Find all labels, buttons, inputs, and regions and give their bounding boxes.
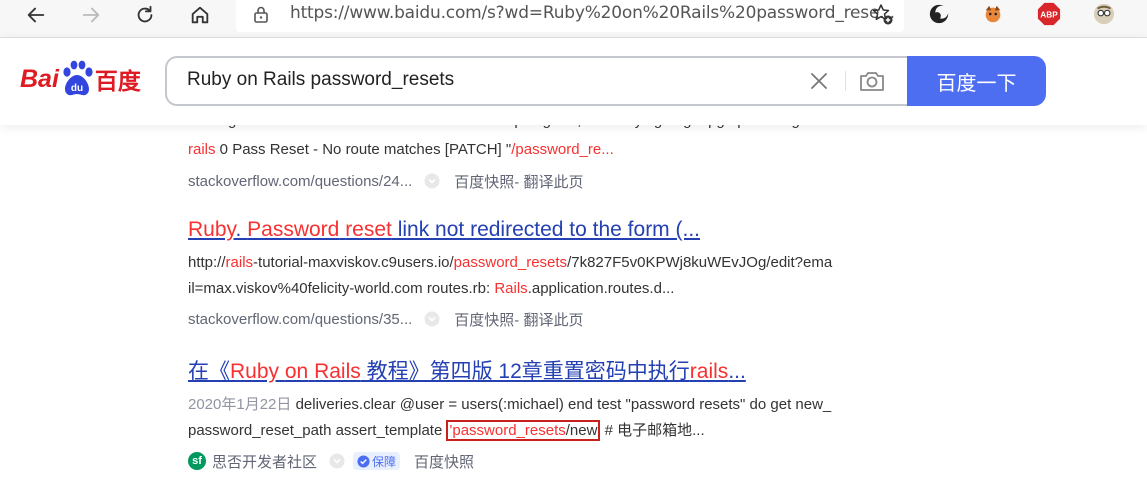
back-button[interactable] [18,0,54,30]
highlight-text: password_resets [453,254,568,271]
dropdown-icon[interactable] [424,173,440,189]
search-input[interactable]: Ruby on Rails password_resets [165,56,908,106]
result-snippet: rails 0 Pass Reset - No route matches [P… [188,137,908,163]
back-arrow-icon [27,7,45,23]
logo-du-text: du [71,83,83,94]
snippet-text: http:// [188,254,226,271]
badge-label: 保障 [372,454,397,469]
title-highlight: Password [247,218,340,241]
lock-icon[interactable] [252,5,270,23]
title-text: ... [728,360,746,383]
title-highlight: Ruby [188,218,236,241]
search-button[interactable]: 百度一下 [907,56,1046,106]
adblock-plus-icon[interactable]: ABP [1036,1,1062,27]
snapshot-link[interactable]: 百度快照 [414,451,474,472]
result-item-0: rails 0 Pass Reset - No route matches [P… [188,137,908,194]
snapshot-link[interactable]: 百度快照 [454,171,514,192]
cat-extension-icon[interactable] [980,1,1006,27]
highlight-box: 'password_resets/new [446,420,601,441]
browser-toolbar: https://www.baidu.com/s?wd=Ruby%20on%20R… [0,0,1147,38]
result-domain[interactable]: stackoverflow.com/questions/24... [188,173,412,190]
search-divider [845,71,846,91]
highlight-text: password_resets [452,422,566,439]
snippet-text: /new [565,422,598,439]
snippet-text: password_reset_path assert_template [188,422,447,439]
snippet-text: # 电子邮箱地... [600,422,705,439]
refresh-icon [137,5,153,23]
highlight-text: /password_re... [511,141,614,158]
title-highlight: Rails [314,360,361,383]
result-source[interactable]: 思否开发者社区 [212,451,317,472]
result-date: 2020年1月22日 [188,396,292,413]
highlight-text: Rails [494,280,528,297]
dropdown-icon[interactable] [329,453,345,469]
result-meta: stackoverflow.com/questions/24... 百度快照 -… [188,168,908,194]
snippet-text: deliveries.clear @user = users(:michael)… [291,396,832,413]
title-text: link not redirected to the form (... [391,218,701,241]
snippet-text: -tutorial-maxviskov.c9users.io/ [253,254,454,271]
result-title-link[interactable]: Ruby. Password reset link not redirected… [188,215,908,245]
result-item-2: 在《Ruby on Rails 教程》第四版 12章重置密码中执行rails..… [188,357,908,474]
result-title-link[interactable]: 在《Ruby on Rails 教程》第四版 12章重置密码中执行rails..… [188,357,908,387]
moon-extension-icon[interactable] [926,1,952,27]
result-domain[interactable]: stackoverflow.com/questions/35... [188,311,412,328]
title-text: 在《 [188,360,230,383]
logo-bai-text: Bai [20,64,59,93]
adblock-label: ABP [1040,10,1058,20]
profile-avatar-icon[interactable] [1091,1,1117,27]
title-text: . [235,218,248,241]
snapshot-link[interactable]: 百度快照 [454,309,514,330]
translate-link[interactable]: - 翻译此页 [514,171,583,192]
snippet-text: il=max.viskov%40felicity-world.com route… [188,280,495,297]
title-highlight: reset [345,218,392,241]
highlight-text: rails [188,141,216,158]
home-icon [191,6,209,24]
logo-chinese-text: 百度 [94,69,141,95]
home-button[interactable] [182,0,218,30]
result-snippet: 2020年1月22日 deliveries.clear @user = user… [188,392,908,444]
dropdown-icon[interactable] [424,311,440,327]
title-highlight: Ruby [230,360,280,383]
translate-link[interactable]: - 翻译此页 [514,309,583,330]
refresh-button[interactable] [127,0,163,30]
clear-icon[interactable] [808,70,830,92]
title-highlight: on [284,360,309,383]
add-favorite-icon[interactable] [870,2,894,26]
source-logo-icon: sf [188,452,206,470]
forward-button[interactable] [73,0,109,30]
baidu-header: Bai du 百度 Ruby on Rails password_resets … [0,38,1147,125]
baidu-logo[interactable]: Bai du 百度 [20,57,141,101]
highlight-text: rails [225,254,254,271]
snippet-text: .application.routes.d... [527,280,675,297]
result-item-1: Ruby. Password reset link not redirected… [188,215,908,332]
address-bar[interactable]: https://www.baidu.com/s?wd=Ruby%20on%20R… [236,0,904,32]
title-highlight: rails [689,360,729,383]
snippet-text: /7k827F5v0KPWj8kuWEvJOg/edit?ema [567,254,833,271]
forward-arrow-icon [82,7,100,23]
url-text[interactable]: https://www.baidu.com/s?wd=Ruby%20on%20R… [290,3,895,23]
snippet-text: 0 Pass Reset - No route matches [PATCH] … [215,141,512,158]
result-meta: stackoverflow.com/questions/35... 百度快照 -… [188,306,908,332]
paw-icon: du [63,60,93,96]
shield-check-icon [357,454,370,468]
result-snippet: http://rails-tutorial-maxviskov.c9users.… [188,250,908,302]
guarantee-badge[interactable]: 保障 [353,452,401,470]
search-query-text[interactable]: Ruby on Rails password_resets [187,69,454,91]
result-meta: sf 思否开发者社区 保障 百度快照 [188,448,908,474]
title-text: 教程》第四版 12章重置密码中执行 [360,360,690,383]
camera-icon[interactable] [858,68,886,94]
